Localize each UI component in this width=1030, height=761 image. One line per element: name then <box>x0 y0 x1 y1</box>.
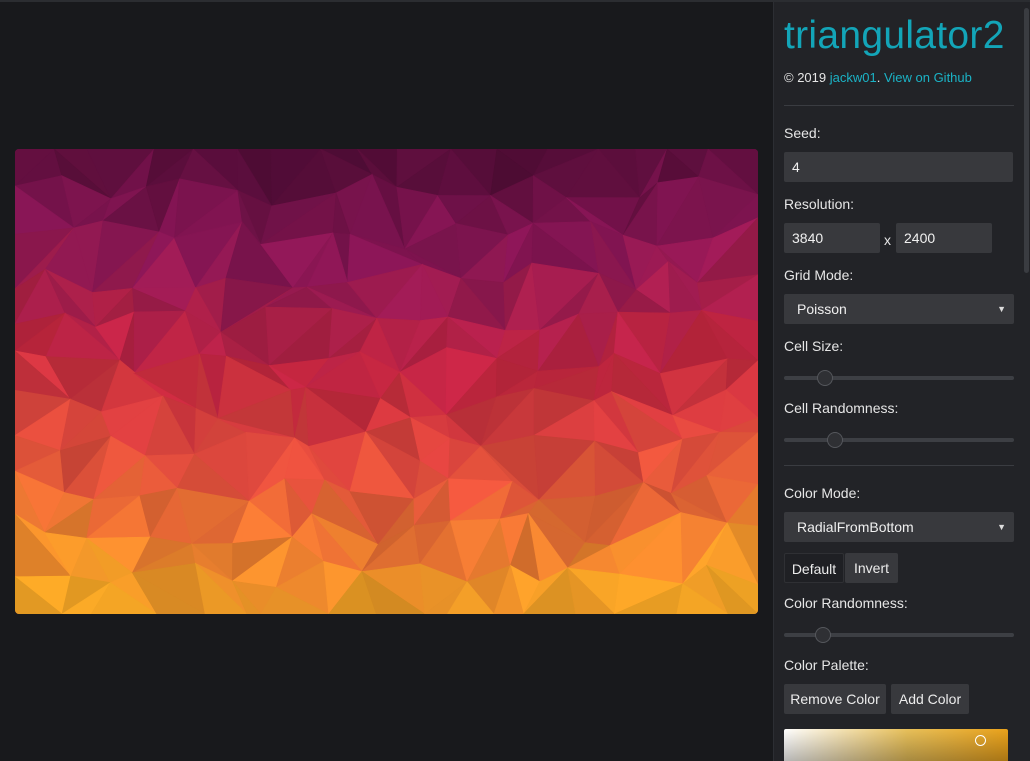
invert-button[interactable]: Invert <box>845 553 898 583</box>
cell-randomness-slider-thumb[interactable] <box>826 432 843 448</box>
color-mode-select[interactable]: RadialFromBottom ▼ <box>784 512 1014 542</box>
color-mode-label: Color Mode: <box>784 485 861 501</box>
triangulation-preview <box>15 149 758 614</box>
cell-randomness-label: Cell Randomness: <box>784 400 899 416</box>
add-color-button[interactable]: Add Color <box>891 684 969 714</box>
cell-randomness-slider[interactable] <box>784 438 1014 442</box>
grid-mode-label: Grid Mode: <box>784 267 854 283</box>
cell-size-label: Cell Size: <box>784 338 844 354</box>
grid-mode-select[interactable]: Poisson ▼ <box>784 294 1014 324</box>
copyright-line: © 2019 jackw01. View on Github <box>784 70 972 85</box>
seed-input[interactable]: 4 <box>784 152 1013 182</box>
author-link[interactable]: jackw01 <box>830 70 877 85</box>
triangulation-canvas <box>15 149 758 614</box>
color-picker-shade <box>784 729 1008 761</box>
resolution-times: x <box>884 232 891 248</box>
divider <box>784 105 1014 106</box>
color-palette-label: Color Palette: <box>784 657 869 673</box>
grid-mode-value: Poisson <box>797 301 847 317</box>
color-randomness-label: Color Randomness: <box>784 595 908 611</box>
panel-scrollbar[interactable] <box>1024 8 1029 273</box>
resolution-height-input[interactable]: 2400 <box>896 223 992 253</box>
copyright-separator: . <box>876 70 884 85</box>
color-randomness-slider-thumb[interactable] <box>815 627 832 643</box>
cell-size-slider-thumb[interactable] <box>817 370 834 386</box>
resolution-label: Resolution: <box>784 196 855 212</box>
default-button[interactable]: Default <box>784 553 844 583</box>
color-picker-handle[interactable] <box>975 735 986 746</box>
chevron-down-icon: ▼ <box>997 522 1006 532</box>
resolution-width-input[interactable]: 3840 <box>784 223 880 253</box>
seed-label: Seed: <box>784 125 821 141</box>
remove-color-button[interactable]: Remove Color <box>784 684 886 714</box>
color-picker-gradient[interactable] <box>784 729 1008 761</box>
color-mode-value: RadialFromBottom <box>797 519 914 535</box>
settings-panel[interactable]: triangulator2 © 2019 jackw01. View on Gi… <box>773 2 1030 761</box>
chevron-down-icon: ▼ <box>997 304 1006 314</box>
github-link[interactable]: View on Github <box>884 70 972 85</box>
divider <box>784 465 1014 466</box>
copyright-text: © 2019 <box>784 70 830 85</box>
app-title: triangulator2 <box>784 14 1005 57</box>
